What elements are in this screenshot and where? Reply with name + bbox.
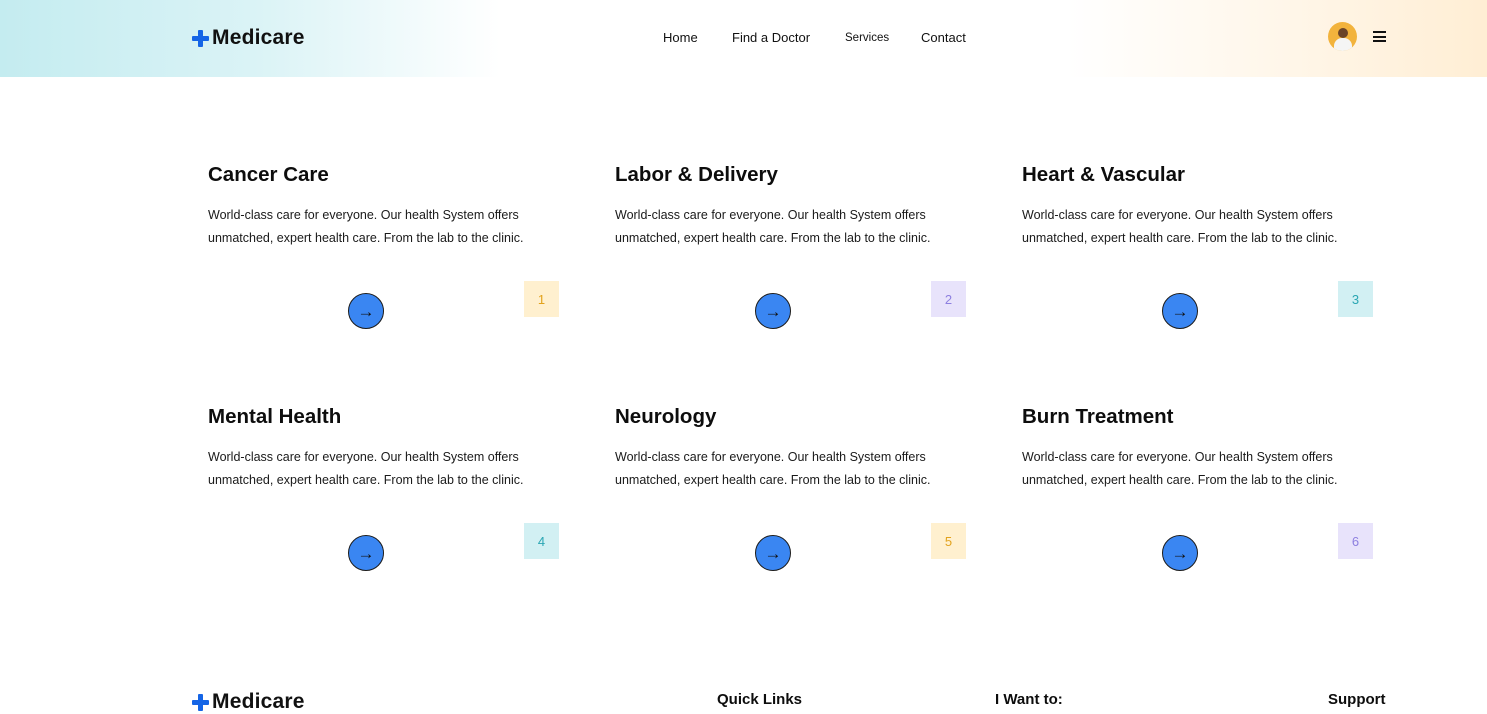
user-avatar[interactable] [1328, 22, 1357, 51]
arrow-right-icon: → [764, 301, 782, 321]
arrow-right-button[interactable]: → [755, 293, 791, 329]
service-title: Neurology [615, 405, 717, 428]
service-number-badge: 4 [524, 523, 559, 559]
avatar-head [1338, 28, 1348, 38]
arrow-right-button[interactable]: → [348, 293, 384, 329]
plus-icon [192, 693, 209, 711]
footer-brand-logo[interactable]: Medicare [192, 690, 305, 714]
service-description: World-class care for everyone. Our healt… [208, 208, 524, 245]
service-number-badge: 2 [931, 281, 966, 317]
service-card: Burn Treatment World-class care for ever… [1022, 405, 1392, 595]
service-description: World-class care for everyone. Our healt… [1022, 450, 1338, 487]
hamburger-menu-icon[interactable] [1373, 31, 1386, 42]
arrow-right-button[interactable]: → [755, 535, 791, 571]
nav-find-a-doctor[interactable]: Find a Doctor [732, 30, 810, 45]
arrow-right-button[interactable]: → [348, 535, 384, 571]
service-number-badge: 3 [1338, 281, 1373, 317]
service-card: Cancer Care World-class care for everyon… [208, 163, 578, 353]
header: Medicare Home Find a Doctor Services Con… [0, 0, 1487, 77]
nav-services[interactable]: Services [845, 32, 889, 44]
service-card: Mental Health World-class care for every… [208, 405, 578, 595]
arrow-right-icon: → [1171, 543, 1189, 563]
arrow-right-button[interactable]: → [1162, 293, 1198, 329]
service-card: Heart & Vascular World-class care for ev… [1022, 163, 1392, 353]
nav-home[interactable]: Home [663, 30, 698, 45]
service-card: Neurology World-class care for everyone.… [615, 405, 985, 595]
service-title: Mental Health [208, 405, 342, 428]
footer-heading-quick-links: Quick Links [717, 691, 803, 708]
nav-contact[interactable]: Contact [921, 30, 966, 45]
service-number-badge: 6 [1338, 523, 1373, 559]
footer-heading-i-want-to: I Want to: [995, 691, 1063, 708]
footer-brand-name: Medicare [212, 690, 305, 713]
arrow-right-icon: → [1171, 301, 1189, 321]
service-description: World-class care for everyone. Our healt… [615, 208, 931, 245]
footer-heading-support: Support [1328, 691, 1386, 708]
service-card: Labor & Delivery World-class care for ev… [615, 163, 985, 353]
service-description: World-class care for everyone. Our healt… [615, 450, 931, 487]
service-title: Heart & Vascular [1022, 163, 1185, 186]
service-title: Cancer Care [208, 163, 329, 186]
service-number-badge: 1 [524, 281, 559, 317]
service-title: Labor & Delivery [615, 163, 778, 186]
service-description: World-class care for everyone. Our healt… [1022, 208, 1338, 245]
arrow-right-icon: → [357, 543, 375, 563]
service-number-badge: 5 [931, 523, 966, 559]
avatar-body [1334, 38, 1352, 51]
arrow-right-button[interactable]: → [1162, 535, 1198, 571]
service-description: World-class care for everyone. Our healt… [208, 450, 524, 487]
service-title: Burn Treatment [1022, 405, 1174, 428]
arrow-right-icon: → [764, 543, 782, 563]
main-nav: Home Find a Doctor Services Contact [0, 30, 1487, 48]
arrow-right-icon: → [357, 301, 375, 321]
